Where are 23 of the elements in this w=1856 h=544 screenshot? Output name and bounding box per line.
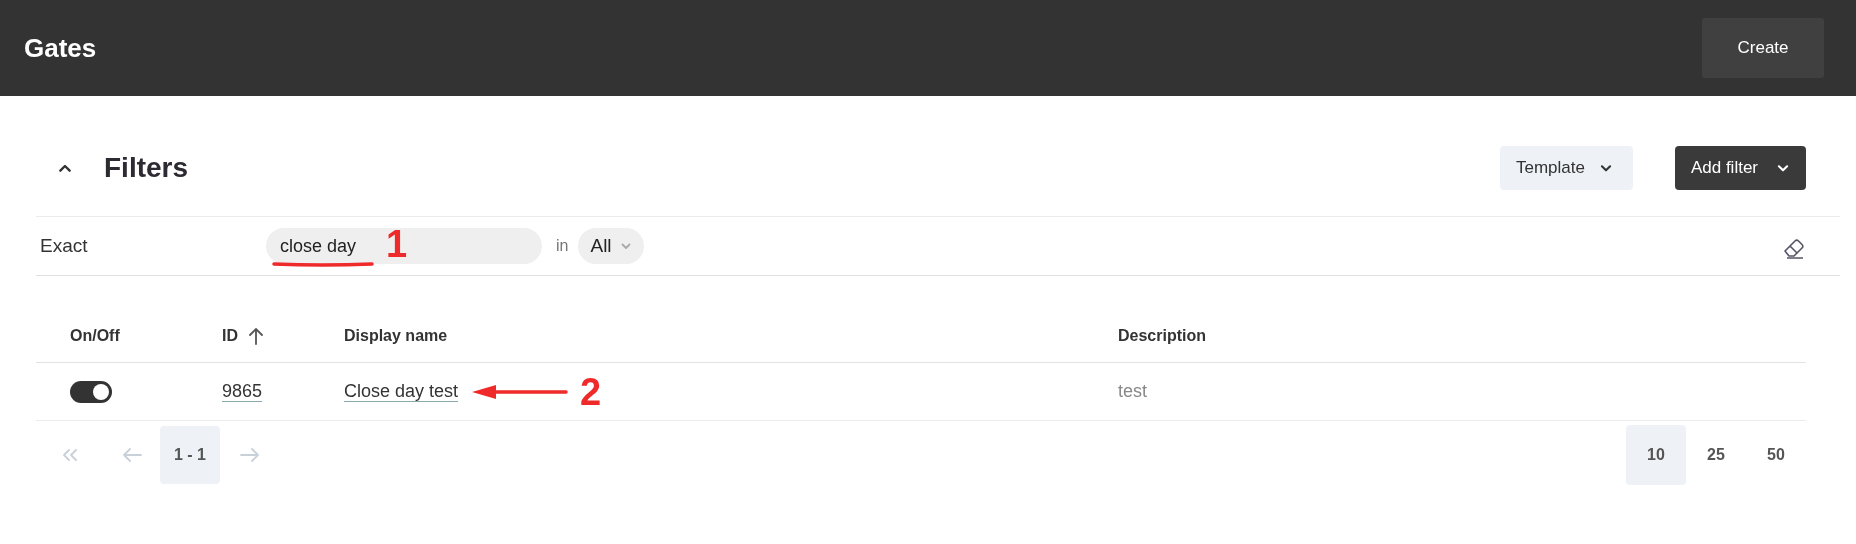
column-header[interactable]: Description [1118,324,1206,348]
add-filter-button[interactable]: Add filter [1674,146,1806,190]
annotation-number: 2 [580,372,602,411]
description-cell: test [1118,381,1147,401]
filter-label: Exact [39,233,89,258]
eraser-icon[interactable] [1782,237,1806,259]
page-size-button[interactable]: 50 [1746,425,1806,485]
column-header[interactable]: Display name [344,324,448,348]
template-button[interactable]: Template [1499,146,1633,190]
page-size-button[interactable]: 10 [1626,425,1686,485]
create-button[interactable]: Create [1702,18,1824,78]
name-link[interactable]: Close day test [344,378,459,405]
id-link[interactable]: 9865 [222,381,263,401]
in-label: in [556,236,569,256]
column-header[interactable]: ID [222,324,238,348]
filters-heading: Filters [104,151,189,185]
column-header[interactable]: On/Off [70,324,120,348]
annotation-number: 1 [386,225,408,263]
scope-select[interactable]: All [578,228,644,264]
page-size-button[interactable]: 25 [1686,425,1746,485]
page-range: 1 - 1 [160,426,220,484]
page-title: Gates [24,31,97,65]
toggle-switch[interactable] [70,380,112,403]
